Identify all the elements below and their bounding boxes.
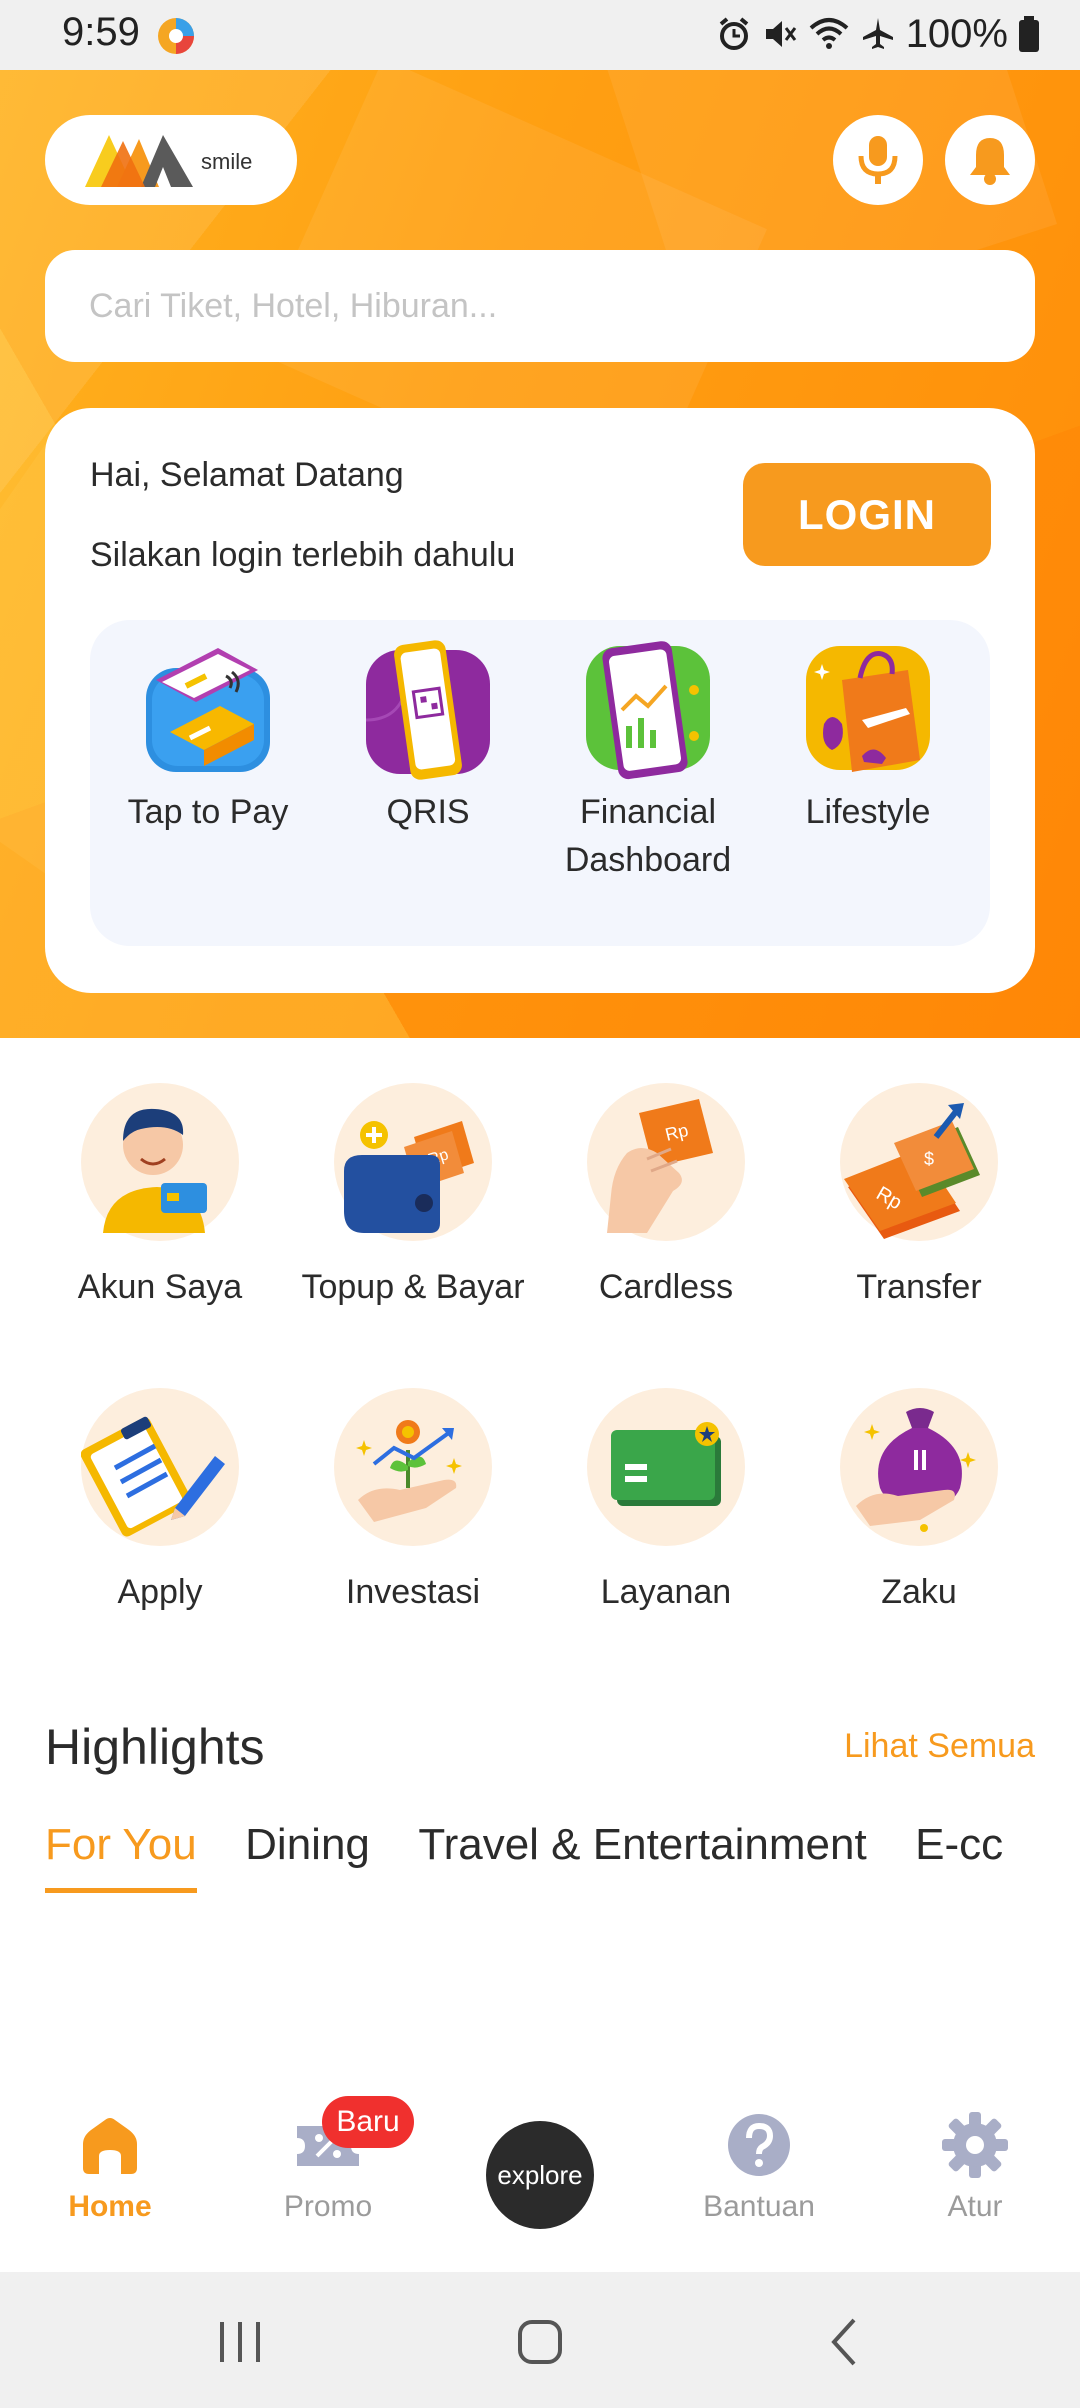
voice-search-button[interactable] [833,115,923,205]
system-navigation-bar [0,2272,1080,2408]
status-time: 9:59 [62,10,140,54]
menu-icon-circle: Rp [587,1083,745,1241]
login-prompt-text: Silakan login terlebih dahulu [90,536,516,574]
menu-icon-circle: Rp $ [840,1083,998,1241]
nav-label: Atur [947,2190,1003,2223]
money-bag-icon [856,1408,976,1532]
quick-actions-panel: Tap to Pay QRIS Financial Dashboard Life… [90,620,990,946]
menu-label: Investasi [345,1573,481,1611]
tab-e-commerce[interactable]: E-cc [915,1820,1003,1888]
hero-banner: smile Hai, Selamat Datang Silakan login … [0,70,1080,1038]
nav-label: Home [68,2190,152,2223]
menu-label: Topup & Bayar [301,1268,525,1306]
alarm-icon [719,17,748,50]
lifestyle-icon [806,646,930,772]
menu-icon-circle [840,1388,998,1546]
cardless-icon: Rp [607,1099,713,1233]
account-icon [103,1108,207,1233]
menu-icon-circle: Rp [334,1083,492,1241]
menu-item-zaku[interactable]: Zaku [794,1388,1044,1616]
transfer-icon: Rp $ [844,1103,980,1239]
home-icon [83,2118,137,2174]
logo-text: smile [201,149,253,174]
notification-button[interactable] [945,115,1035,205]
menu-label: Cardless [598,1268,734,1306]
tab-dining[interactable]: Dining [245,1820,370,1888]
svg-text:$: $ [924,1149,934,1169]
qris-icon [365,640,490,780]
battery-icon [1019,16,1039,52]
nav-atur[interactable]: Atur [885,2110,1065,2224]
menu-item-topup-bayar[interactable]: Rp Topup & Bayar [288,1083,538,1311]
app-notification-icon [158,18,194,54]
login-button[interactable]: LOGIN [743,463,991,566]
apply-icon [81,1416,225,1537]
menu-item-transfer[interactable]: Rp $ Transfer [794,1083,1044,1311]
financial-dashboard-icon [586,641,710,780]
menu-item-akun-saya[interactable]: Akun Saya [35,1083,285,1311]
home-button-icon[interactable] [510,2312,570,2372]
quick-action-label: Tap to Pay [127,793,289,831]
investment-icon [356,1420,462,1522]
welcome-card: Hai, Selamat Datang Silakan login terleb… [45,408,1035,993]
bell-icon [970,138,1010,185]
nav-label: Bantuan [703,2190,815,2223]
airplane-icon [862,18,893,49]
menu-item-investasi[interactable]: Investasi [288,1388,538,1616]
highlights-title: Highlights [45,1719,265,1775]
tab-travel-entertainment[interactable]: Travel & Entertainment [418,1820,866,1888]
tap-to-pay-icon [146,648,270,772]
quick-action-financial-dashboard[interactable]: Financial Dashboard [538,640,758,884]
wifi-icon [809,18,849,49]
gear-icon [942,2112,1008,2178]
quick-action-tap-to-pay[interactable]: Tap to Pay [98,640,318,836]
help-icon [728,2114,790,2176]
menu-label: Akun Saya [77,1268,243,1306]
menu-icon-circle [81,1388,239,1546]
quick-action-qris[interactable]: QRIS [318,640,538,836]
menu-item-cardless[interactable]: Rp Cardless [541,1083,791,1311]
microphone-icon [858,136,898,184]
wallet-icon: Rp [344,1121,474,1233]
quick-action-label: QRIS [386,793,470,831]
new-badge: Baru [322,2096,414,2148]
quick-action-lifestyle[interactable]: Lifestyle [758,640,978,836]
search-input[interactable] [89,286,989,326]
quick-action-label: Financial Dashboard [564,793,732,879]
menu-icon-circle [81,1083,239,1241]
nav-label: Promo [283,2190,373,2223]
highlights-tabs: For You Dining Travel & Entertainment E-… [45,1820,1035,1900]
mute-icon [765,21,796,47]
status-icons: 100% [716,8,1040,60]
recent-apps-icon[interactable] [210,2312,270,2372]
status-bar: 9:59 100% [0,0,1080,70]
menu-label: Transfer [856,1268,982,1306]
search-bar[interactable] [45,250,1035,362]
menu-icon-circle [334,1388,492,1546]
service-card-icon [611,1422,721,1506]
bottom-navigation: Home Promo Baru explore Bantuan Atur [0,2080,1080,2272]
greeting-text: Hai, Selamat Datang [90,456,404,494]
nav-bantuan[interactable]: Bantuan [669,2110,849,2224]
nav-home[interactable]: Home [20,2110,200,2224]
quick-action-label: Lifestyle [805,793,931,831]
back-icon[interactable] [816,2312,876,2372]
logo-mark-icon [85,135,193,187]
tab-for-you[interactable]: For You [45,1820,197,1893]
battery-percent: 100% [905,11,1008,56]
brand-logo: smile [45,115,297,205]
menu-label: Zaku [881,1573,957,1611]
menu-item-apply[interactable]: Apply [35,1388,285,1616]
see-all-link[interactable]: Lihat Semua [844,1727,1035,1766]
menu-item-layanan[interactable]: Layanan [541,1388,791,1616]
explore-button[interactable]: explore [486,2121,594,2229]
menu-label: Layanan [600,1573,732,1611]
menu-label: Apply [117,1573,203,1611]
menu-icon-circle [587,1388,745,1546]
